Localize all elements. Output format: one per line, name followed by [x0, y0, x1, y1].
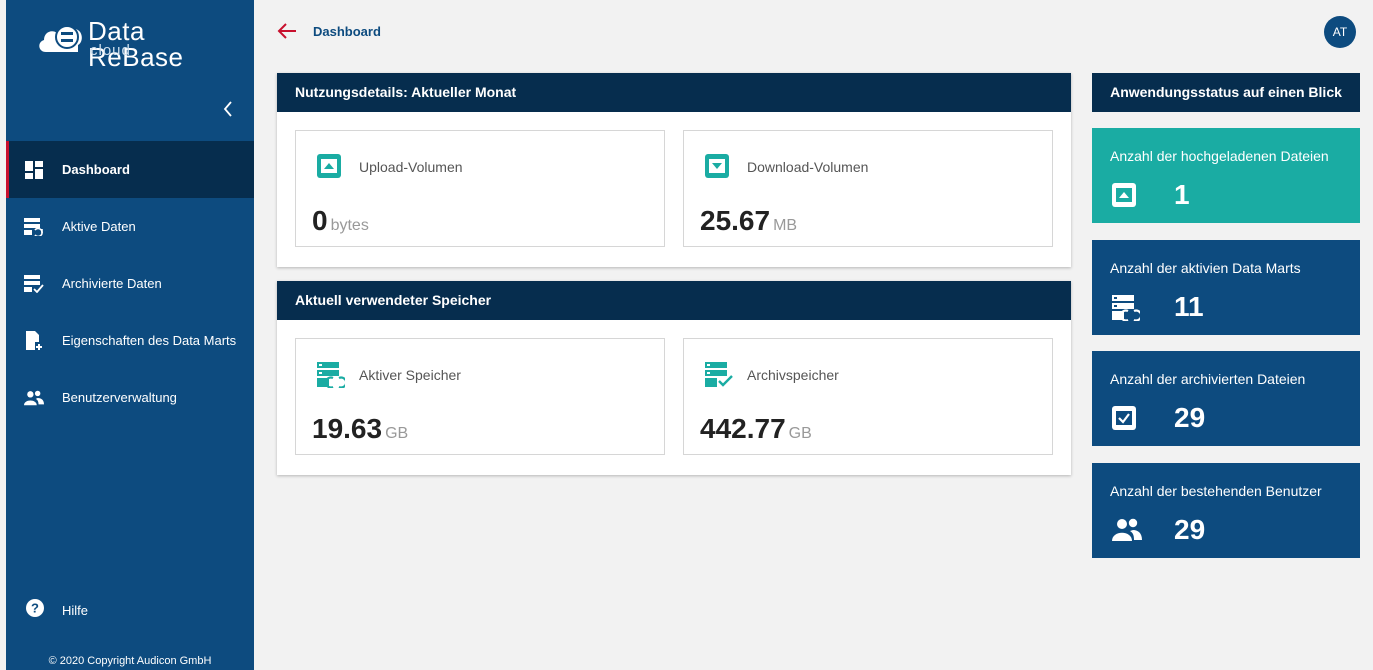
- card-title: Aktiver Speicher: [359, 367, 461, 383]
- active-data-icon: [1112, 295, 1140, 321]
- upload-box-icon: [317, 154, 341, 178]
- active-data-icon: [24, 217, 44, 237]
- dashboard-grid-icon: [24, 160, 44, 180]
- sidebar-item-label: Benutzerverwaltung: [62, 390, 177, 405]
- sidebar-item-label: Archivierte Daten: [62, 276, 162, 291]
- archive-storage-value: 442.77 GB: [700, 414, 812, 449]
- svg-text:?: ?: [31, 600, 39, 615]
- card-title: Download-Volumen: [747, 159, 869, 175]
- value-unit: bytes: [330, 217, 369, 234]
- upload-box-icon: [1112, 183, 1136, 207]
- sidebar-item-user-management[interactable]: Benutzerverwaltung: [6, 369, 254, 426]
- users-icon: [1112, 518, 1142, 541]
- existing-users-card[interactable]: Anzahl der bestehenden Benutzer 29: [1092, 463, 1360, 558]
- chevron-left-icon: [223, 101, 232, 117]
- archived-data-icon: [24, 274, 44, 294]
- cloud-logo-icon: [39, 25, 82, 52]
- sidebar-item-label: Dashboard: [62, 162, 130, 177]
- stat-label: Anzahl der archivierten Dateien: [1110, 371, 1306, 387]
- active-storage-card: Aktiver Speicher 19.63 GB: [295, 338, 665, 455]
- active-storage-value: 19.63 GB: [312, 414, 408, 449]
- value-number: 25.67: [700, 205, 771, 236]
- download-volume-card: Download-Volumen 25.67 MB: [683, 130, 1053, 247]
- value-unit: GB: [385, 425, 409, 442]
- value-number: 442.77: [700, 413, 786, 444]
- sidebar: Data ReBase cloud Dashboard Aktive Daten…: [6, 0, 254, 670]
- arrow-left-icon: [277, 23, 296, 39]
- sidebar-item-active-data[interactable]: Aktive Daten: [6, 198, 254, 255]
- value-number: 19.63: [312, 413, 383, 444]
- active-data-marts-card[interactable]: Anzahl der aktivien Data Marts 11: [1092, 240, 1360, 335]
- add-file-icon: [24, 330, 44, 351]
- stat-label: Anzahl der bestehenden Benutzer: [1110, 483, 1322, 499]
- help-icon: ?: [26, 598, 44, 622]
- uploaded-files-card[interactable]: Anzahl der hochgeladenen Dateien 1: [1092, 128, 1360, 223]
- download-box-icon: [705, 154, 729, 178]
- stat-value: 29: [1174, 514, 1206, 545]
- sidebar-item-label: Eigenschaften des Data Marts: [62, 333, 237, 348]
- usage-panel-title: Nutzungsdetails: Aktueller Monat: [277, 73, 1071, 112]
- sidebar-nav: Dashboard Aktive Daten Archivierte Daten…: [6, 141, 254, 426]
- stat-label: Anzahl der hochgeladenen Dateien: [1110, 148, 1329, 164]
- stat-value: 29: [1174, 402, 1206, 433]
- active-storage-icon: [317, 362, 345, 388]
- upload-volume-value: 0 bytes: [312, 206, 369, 241]
- check-box-icon: [1112, 406, 1136, 430]
- value-number: 0: [312, 205, 328, 236]
- storage-panel: Aktuell verwendeter Speicher Aktiver Spe…: [277, 281, 1071, 475]
- value-unit: MB: [773, 217, 798, 234]
- sidebar-item-label: Aktive Daten: [62, 219, 136, 234]
- copyright-text: © 2020 Copyright Audicon GmbH: [48, 655, 212, 667]
- breadcrumb[interactable]: Dashboard: [313, 24, 381, 39]
- top-bar: Dashboard AT: [254, 0, 1373, 62]
- users-icon: [24, 388, 44, 408]
- stat-label: Anzahl der aktivien Data Marts: [1110, 260, 1301, 276]
- stat-value: 11: [1174, 291, 1204, 322]
- archive-storage-card: Archivspeicher 442.77 GB: [683, 338, 1053, 455]
- card-title: Upload-Volumen: [359, 159, 463, 175]
- sidebar-item-data-mart-properties[interactable]: Eigenschaften des Data Marts: [6, 312, 254, 369]
- logo[interactable]: Data ReBase cloud: [36, 14, 246, 70]
- upload-volume-card: Upload-Volumen 0 bytes: [295, 130, 665, 247]
- brand-subtitle: cloud: [90, 42, 131, 59]
- download-volume-value: 25.67 MB: [700, 206, 797, 241]
- stat-value: 1: [1174, 179, 1190, 210]
- value-unit: GB: [788, 425, 812, 442]
- card-title: Archivspeicher: [747, 367, 839, 383]
- status-panel-title: Anwendungsstatus auf einen Blick: [1092, 73, 1360, 112]
- sidebar-item-label: Hilfe: [62, 602, 89, 618]
- archive-storage-icon: [705, 362, 733, 387]
- avatar[interactable]: AT: [1324, 16, 1356, 48]
- sidebar-item-archived-data[interactable]: Archivierte Daten: [6, 255, 254, 312]
- sidebar-item-dashboard[interactable]: Dashboard: [6, 141, 254, 198]
- archived-files-card[interactable]: Anzahl der archivierten Dateien 29: [1092, 351, 1360, 446]
- back-button[interactable]: [276, 20, 298, 42]
- sidebar-item-help[interactable]: ? Hilfe: [6, 590, 254, 630]
- storage-panel-title: Aktuell verwendeter Speicher: [277, 281, 1071, 320]
- usage-panel: Nutzungsdetails: Aktueller Monat Upload-…: [277, 73, 1071, 267]
- collapse-sidebar-button[interactable]: [216, 98, 240, 122]
